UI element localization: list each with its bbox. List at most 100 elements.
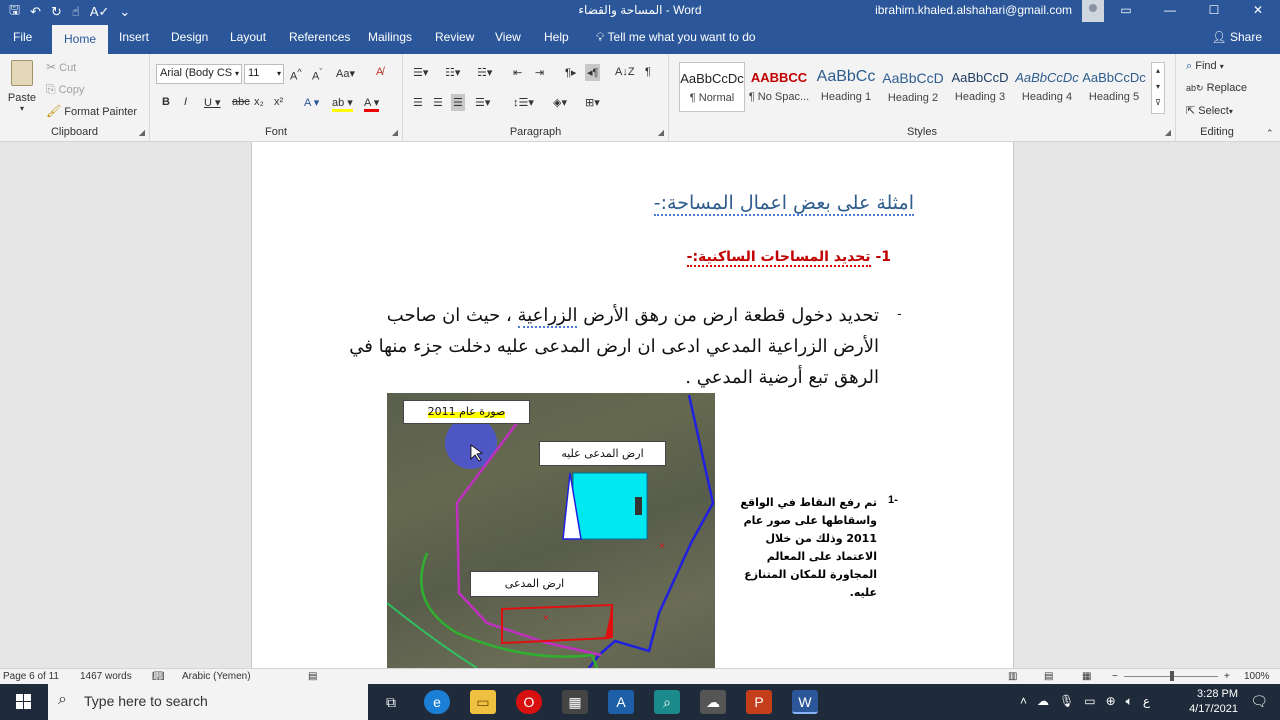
underline-icon[interactable]: U ▾	[204, 96, 221, 109]
dialog-launcher-icon[interactable]: ◢	[658, 128, 664, 137]
format-painter-button[interactable]: 🖌︎ Format Painter	[46, 104, 137, 118]
style-heading-1[interactable]: AaBbCc Heading 1	[813, 62, 879, 112]
edge-icon[interactable]: e	[424, 690, 450, 714]
file-explorer-icon[interactable]: ▭	[470, 690, 496, 714]
figure-caption[interactable]: تم رفع النقاط في الواقع واسقاطها على صور…	[727, 494, 877, 602]
borders-icon[interactable]: ⊞▾	[585, 96, 600, 109]
volume-icon[interactable]: 🔈︎	[1126, 694, 1133, 709]
cut-button[interactable]: ✂ Cut	[46, 60, 76, 74]
style-no-spacing[interactable]: AABBCC ¶ No Spac...	[746, 62, 812, 112]
tab-references[interactable]: References	[289, 30, 350, 44]
zoom-out-icon[interactable]: −	[1112, 671, 1118, 682]
microphone-icon[interactable]: 🎙︎	[1059, 694, 1074, 709]
section-heading[interactable]: 1- تحديد المساحات الساكنية:-	[686, 249, 891, 267]
tab-file[interactable]: File	[13, 30, 32, 44]
style-normal[interactable]: AaBbCcDc ¶ Normal	[679, 62, 745, 112]
text-effects-icon[interactable]: A ▾	[304, 96, 319, 109]
clock[interactable]: 3:28 PM 4/17/2021	[1189, 687, 1238, 717]
task-view-icon[interactable]: ⧉	[378, 690, 404, 714]
minimize-icon[interactable]: —	[1148, 0, 1192, 20]
read-mode-icon[interactable]: ▥	[1008, 671, 1017, 682]
clear-formatting-icon[interactable]: A̸	[376, 66, 383, 78]
tab-review[interactable]: Review	[435, 30, 474, 44]
align-right-icon[interactable]: ☰	[451, 94, 465, 111]
tab-help[interactable]: Help	[544, 30, 569, 44]
language-indicator[interactable]: Arabic (Yemen)	[182, 671, 251, 682]
highlight-icon[interactable]: ab ▾	[332, 96, 353, 112]
maximize-icon[interactable]: ☐	[1192, 0, 1236, 20]
globe-icon[interactable]: ⊕	[1106, 694, 1116, 709]
app-cloud-icon[interactable]: ☁	[700, 690, 726, 714]
web-layout-icon[interactable]: ▦	[1082, 671, 1091, 682]
network-icon[interactable]: ▭	[1084, 694, 1095, 709]
numbering-icon[interactable]: ☷▾	[445, 66, 460, 79]
notifications-icon[interactable]: 🗨︎	[1250, 693, 1268, 710]
font-name-dropdown[interactable]: Arial (Body CS ▾	[156, 64, 242, 84]
search-app-icon[interactable]: ⌕	[654, 690, 680, 714]
tell-me-search[interactable]: 💡︎ Tell me what you want to do	[596, 30, 756, 45]
opera-icon[interactable]: O	[516, 690, 542, 714]
subscript-icon[interactable]: x₂	[254, 96, 264, 108]
italic-icon[interactable]: I	[184, 96, 187, 108]
ribbon-display-icon[interactable]: ▭	[1104, 0, 1148, 20]
font-color-icon[interactable]: A ▾	[364, 96, 380, 112]
increase-indent-icon[interactable]: ⇥	[535, 66, 544, 79]
show-formatting-icon[interactable]: ¶	[645, 66, 651, 78]
paste-button[interactable]: Paste ▾	[6, 60, 38, 113]
sort-icon[interactable]: A↓Z	[615, 66, 635, 78]
word-icon[interactable]: W	[792, 690, 818, 714]
align-center-icon[interactable]: ☰	[433, 96, 443, 109]
page-count[interactable]: Page 6 of 11	[3, 671, 59, 682]
zoom-level[interactable]: 100%	[1244, 671, 1270, 682]
copy-button[interactable]: ⎘ Copy	[46, 82, 84, 97]
align-left-icon[interactable]: ☰	[413, 96, 423, 109]
shading-icon[interactable]: ◈▾	[553, 96, 567, 109]
justify-icon[interactable]: ☰▾	[475, 96, 490, 109]
zoom-in-icon[interactable]: +	[1224, 671, 1230, 682]
macro-recording-icon[interactable]: ▤	[308, 671, 317, 682]
styles-scroll[interactable]: ▴ ▾ ⊽	[1151, 62, 1165, 114]
dialog-launcher-icon[interactable]: ◢	[392, 128, 398, 137]
document-area[interactable]: امثلة على بعض اعمال المساحة:- 1- تحديد ا…	[0, 142, 1280, 668]
proofing-icon[interactable]: 📖︎	[152, 671, 165, 682]
zoom-slider-thumb[interactable]	[1170, 671, 1174, 681]
word-count[interactable]: 1467 words	[80, 671, 132, 682]
body-paragraph[interactable]: تحديد دخول قطعة ارض من رهق الأرض الزراعي…	[339, 300, 879, 393]
document-heading[interactable]: امثلة على بعض اعمال المساحة:-	[653, 192, 914, 216]
bold-icon[interactable]: B	[162, 96, 170, 108]
dialog-launcher-icon[interactable]: ◢	[1165, 128, 1171, 137]
bullets-icon[interactable]: ☰▾	[413, 66, 428, 79]
collapse-ribbon-icon[interactable]: ⌃	[1266, 128, 1274, 139]
start-button[interactable]	[0, 684, 48, 720]
input-language[interactable]: ع	[1143, 694, 1150, 709]
shrink-font-icon[interactable]: Aˇ	[312, 67, 322, 83]
style-heading-5[interactable]: AaBbCcDc Heading 5	[1081, 62, 1147, 112]
ltr-direction-icon[interactable]: ¶▸	[565, 66, 576, 79]
find-button[interactable]: ⌕ Find ▾	[1186, 60, 1224, 73]
powerpoint-icon[interactable]: P	[746, 690, 772, 714]
strikethrough-icon[interactable]: abc	[232, 96, 250, 108]
user-account[interactable]: ibrahim.khaled.alshahari@gmail.com	[875, 3, 1072, 17]
superscript-icon[interactable]: x²	[274, 96, 283, 108]
chevron-up-icon[interactable]: ˄	[1020, 694, 1027, 709]
tab-layout[interactable]: Layout	[230, 30, 266, 44]
decrease-indent-icon[interactable]: ⇤	[513, 66, 522, 79]
dialog-launcher-icon[interactable]: ◢	[139, 128, 145, 137]
replace-button[interactable]: ab↻ Replace	[1186, 82, 1247, 94]
line-spacing-icon[interactable]: ↕☰▾	[513, 96, 534, 109]
tab-view[interactable]: View	[495, 30, 521, 44]
document-page[interactable]: امثلة على بعض اعمال المساحة:- 1- تحديد ا…	[251, 142, 1014, 668]
avatar[interactable]	[1082, 0, 1104, 22]
change-case-icon[interactable]: Aa▾	[336, 67, 355, 80]
close-icon[interactable]: ✕	[1236, 0, 1280, 20]
style-heading-3[interactable]: AaBbCcD Heading 3	[947, 62, 1013, 112]
multilevel-list-icon[interactable]: ☵▾	[477, 66, 492, 79]
cloud-icon[interactable]: ☁	[1037, 694, 1049, 709]
font-size-dropdown[interactable]: 11 ▾	[244, 64, 284, 84]
grow-font-icon[interactable]: A^	[290, 67, 302, 83]
share-button[interactable]: 👤︎ Share	[1211, 30, 1262, 44]
tab-insert[interactable]: Insert	[119, 30, 149, 44]
style-heading-4[interactable]: AaBbCcDc Heading 4	[1014, 62, 1080, 112]
vertical-scrollbar[interactable]	[1266, 142, 1280, 668]
rtl-direction-icon[interactable]: ◂¶	[585, 64, 601, 81]
